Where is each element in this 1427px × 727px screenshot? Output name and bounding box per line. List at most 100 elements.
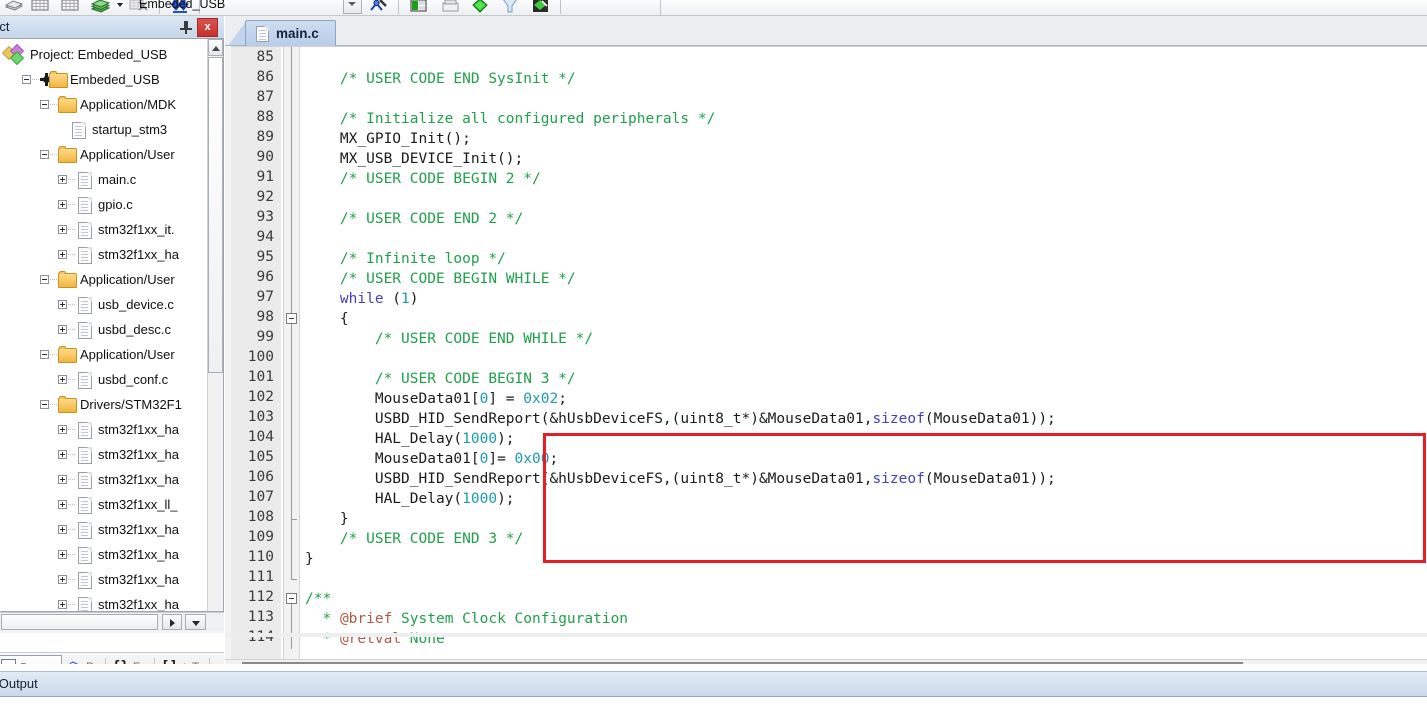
tree-item[interactable]: gpio.c <box>0 192 210 217</box>
collapse-icon[interactable] <box>40 400 49 409</box>
tree-item[interactable]: Drivers/STM32F1 <box>0 392 210 417</box>
tab-main-c[interactable]: main.c <box>245 20 336 46</box>
scroll-right-arrow-icon[interactable] <box>162 614 182 630</box>
scroll-thumb[interactable] <box>208 57 223 373</box>
expand-icon[interactable] <box>58 375 67 384</box>
expand-icon[interactable] <box>58 575 67 584</box>
expand-icon[interactable] <box>58 225 67 234</box>
tree-item[interactable]: Embeded_USB <box>0 67 210 92</box>
code-line[interactable]: while (1) <box>305 289 419 309</box>
fold-toggle-doc-comment[interactable] <box>286 593 297 604</box>
expand-icon[interactable] <box>58 250 67 259</box>
collapse-icon[interactable] <box>22 75 31 84</box>
fold-guide <box>291 47 292 313</box>
manage-project-items-icon[interactable] <box>440 0 462 15</box>
tree-item-label: Project: Embeded_USB <box>30 47 168 62</box>
collapse-icon[interactable] <box>40 150 49 159</box>
tree-item[interactable]: stm32f1xx_ha <box>0 442 210 467</box>
expand-icon[interactable] <box>58 300 67 309</box>
code-line[interactable]: /** <box>305 589 331 609</box>
code-line[interactable]: MX_USB_DEVICE_Init(); <box>305 149 523 169</box>
project-tree-vertical-scrollbar[interactable] <box>207 39 223 611</box>
expand-icon[interactable] <box>58 500 67 509</box>
code-line[interactable]: HAL_Delay(1000); <box>305 429 515 449</box>
close-icon[interactable]: x <box>197 18 218 37</box>
expand-icon[interactable] <box>58 450 67 459</box>
expand-icon[interactable] <box>58 475 67 484</box>
tree-item[interactable]: stm32f1xx_ha <box>0 517 210 542</box>
code-line[interactable]: { <box>305 309 349 329</box>
code-line[interactable]: /* USER CODE BEGIN WHILE */ <box>305 269 576 289</box>
logic-analyzer-icon[interactable] <box>500 0 522 15</box>
expand-icon[interactable] <box>58 325 67 334</box>
fold-toggle-while[interactable] <box>286 313 297 324</box>
debug-start-icon[interactable] <box>470 0 492 15</box>
tree-item[interactable]: stm32f1xx_it. <box>0 217 210 242</box>
code-line[interactable]: /* USER CODE END WHILE */ <box>305 329 593 349</box>
code-editor[interactable]: 85 86 87 88 89 90 91 92 93 94 95 96 97 98 99 100 101 102 1… <box>231 46 1427 659</box>
scroll-down-arrow-icon[interactable] <box>185 614 206 630</box>
code-line[interactable]: USBD_HID_SendReport(&hUsbDeviceFS,(uint8… <box>305 409 1056 429</box>
tree-item[interactable]: stm32f1xx_ha <box>0 592 210 611</box>
code-line[interactable]: /* USER CODE END 2 */ <box>305 209 523 229</box>
tree-item[interactable]: Application/User <box>0 267 210 292</box>
tree-item[interactable]: stm32f1xx_ha <box>0 542 210 567</box>
auto-hide-pin-icon[interactable] <box>179 20 193 34</box>
code-line[interactable]: /* USER CODE BEGIN 3 */ <box>305 369 576 389</box>
code-line[interactable]: } <box>305 509 349 529</box>
code-line[interactable]: USBD_HID_SendReport(&hUsbDeviceFS,(uint8… <box>305 469 1056 489</box>
tree-item[interactable]: main.c <box>0 167 210 192</box>
code-line[interactable]: MouseData01[0]= 0x00; <box>305 449 558 469</box>
code-line[interactable]: /* USER CODE END SysInit */ <box>305 69 576 89</box>
tree-item[interactable]: usbd_desc.c <box>0 317 210 342</box>
expand-icon[interactable] <box>58 200 67 209</box>
dropdown-arrow-icon[interactable] <box>115 0 125 15</box>
tree-item[interactable]: Application/User <box>0 342 210 367</box>
expand-icon[interactable] <box>58 175 67 184</box>
code-line[interactable]: } <box>305 549 314 569</box>
code-line[interactable]: MouseData01[0] = 0x02; <box>305 389 567 409</box>
expand-icon[interactable] <box>58 525 67 534</box>
collapse-icon[interactable] <box>40 350 49 359</box>
tree-connector <box>50 279 57 281</box>
code-token: } <box>305 551 314 567</box>
configuration-wizard-icon[interactable] <box>408 0 430 15</box>
insert-table-2-icon[interactable] <box>60 0 80 15</box>
expand-icon[interactable] <box>58 600 67 609</box>
pack-installer-icon[interactable] <box>530 0 552 15</box>
tree-item[interactable]: usbd_conf.c <box>0 367 210 392</box>
scroll-up-arrow-icon[interactable] <box>208 39 223 56</box>
collapse-icon[interactable] <box>40 275 49 284</box>
tree-item[interactable]: Application/MDK <box>0 92 210 117</box>
project-tree-horizontal-scrollbar[interactable] <box>0 612 224 631</box>
tree-item[interactable]: Project: Embeded_USB <box>0 42 210 67</box>
expand-icon[interactable] <box>58 550 67 559</box>
insert-table-icon[interactable] <box>30 0 50 15</box>
project-tree[interactable]: Project: Embeded_USB Embeded_USB Applicati… <box>0 38 224 612</box>
tree-item[interactable]: startup_stm3 <box>0 117 210 142</box>
tree-item[interactable]: stm32f1xx_ha <box>0 567 210 592</box>
target-options-icon[interactable] <box>366 0 390 15</box>
code-line[interactable]: /* USER CODE BEGIN 2 */ <box>305 169 541 189</box>
tree-item[interactable]: stm32f1xx_ha <box>0 467 210 492</box>
tree-item[interactable]: Application/User <box>0 142 210 167</box>
code-line[interactable]: MX_GPIO_Init(); <box>305 129 471 149</box>
tree-item[interactable]: stm32f1xx_ll_ <box>0 492 210 517</box>
hscroll-thumb[interactable] <box>1 614 158 630</box>
build-output-body[interactable] <box>0 697 1427 727</box>
code-line[interactable]: /* Initialize all configured peripherals… <box>305 109 715 129</box>
code-line[interactable]: * @brief System Clock Configuration <box>305 609 628 629</box>
collapse-icon[interactable] <box>40 100 49 109</box>
code-line[interactable]: HAL_Delay(1000); <box>305 489 515 509</box>
rebuild-icon[interactable] <box>90 0 112 15</box>
code-line[interactable]: /* Infinite loop */ <box>305 249 506 269</box>
tree-item[interactable]: usb_device.c <box>0 292 210 317</box>
tree-item[interactable]: stm32f1xx_ha <box>0 242 210 267</box>
tree-item[interactable]: stm32f1xx_ha <box>0 417 210 442</box>
code-line[interactable]: /* USER CODE END 3 */ <box>305 529 523 549</box>
expand-icon[interactable] <box>58 425 67 434</box>
build-target-icon[interactable] <box>4 0 24 15</box>
project-select-dropdown[interactable] <box>343 0 362 14</box>
code-line[interactable]: * @retval None <box>305 629 444 649</box>
code-folding-column[interactable] <box>283 47 300 659</box>
